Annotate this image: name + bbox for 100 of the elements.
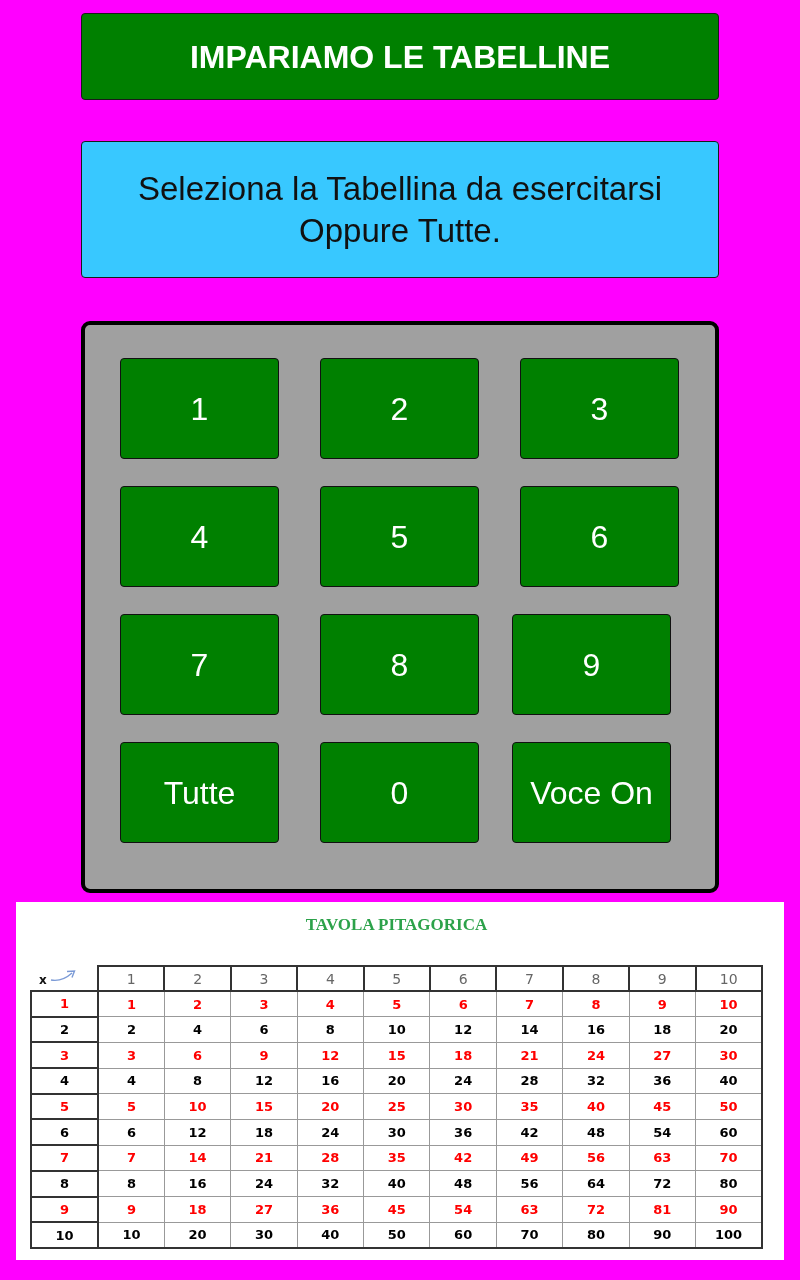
table-cell: 36 bbox=[629, 1068, 696, 1094]
row-header: 9 bbox=[31, 1196, 98, 1223]
keypad-button[interactable]: 5 bbox=[320, 486, 479, 587]
table-cell: 15 bbox=[363, 1042, 430, 1069]
column-header: 9 bbox=[629, 966, 696, 991]
table-cell: 20 bbox=[695, 1016, 762, 1043]
table-cell: 10 bbox=[363, 1016, 430, 1043]
table-cell: 15 bbox=[230, 1093, 298, 1120]
keypad-button[interactable]: 6 bbox=[520, 486, 679, 587]
table-cell: 4 bbox=[164, 1016, 231, 1043]
table-cell: 14 bbox=[164, 1145, 231, 1171]
keypad-button[interactable]: Voce On bbox=[512, 742, 671, 843]
table-cell: 24 bbox=[297, 1119, 364, 1146]
table-cell: 16 bbox=[562, 1016, 630, 1043]
table-cell: 60 bbox=[695, 1119, 762, 1146]
table-cell: 10 bbox=[98, 1222, 165, 1248]
table-cell: 14 bbox=[496, 1016, 563, 1043]
keypad-button[interactable]: 7 bbox=[120, 614, 279, 715]
table-cell: 64 bbox=[562, 1170, 630, 1197]
table-cell: 3 bbox=[230, 991, 298, 1017]
column-header: 4 bbox=[297, 966, 364, 991]
column-header: 7 bbox=[496, 966, 563, 991]
row-header: 7 bbox=[31, 1145, 98, 1171]
table-cell: 81 bbox=[629, 1196, 696, 1223]
table-cell: 20 bbox=[363, 1068, 430, 1094]
column-header: 2 bbox=[164, 966, 231, 991]
table-cell: 50 bbox=[363, 1222, 430, 1248]
table-cell: 8 bbox=[562, 991, 630, 1017]
keypad-button[interactable]: 0 bbox=[320, 742, 479, 843]
column-header: 6 bbox=[429, 966, 497, 991]
table-cell: 18 bbox=[629, 1016, 696, 1043]
table-cell: 48 bbox=[429, 1170, 497, 1197]
keypad-button[interactable]: 1 bbox=[120, 358, 279, 459]
column-header: 1 bbox=[98, 966, 165, 991]
table-cell: 4 bbox=[98, 1068, 165, 1094]
table-cell: 100 bbox=[695, 1222, 762, 1248]
keypad-button[interactable]: 4 bbox=[120, 486, 279, 587]
column-header: 10 bbox=[695, 966, 762, 991]
table-cell: 8 bbox=[98, 1170, 165, 1197]
table-cell: 27 bbox=[629, 1042, 696, 1069]
table-cell: 8 bbox=[297, 1016, 364, 1043]
row-header: 10 bbox=[31, 1222, 98, 1248]
table-cell: 9 bbox=[629, 991, 696, 1017]
table-cell: 80 bbox=[695, 1170, 762, 1197]
keypad-button[interactable]: 8 bbox=[320, 614, 479, 715]
curved-arrow-icon bbox=[49, 969, 76, 982]
table-cell: 1 bbox=[98, 991, 165, 1017]
corner-label: x bbox=[39, 972, 47, 987]
table-cell: 30 bbox=[429, 1093, 497, 1120]
column-header: 8 bbox=[562, 966, 630, 991]
table-cell: 20 bbox=[164, 1222, 231, 1248]
table-cell: 56 bbox=[496, 1170, 563, 1197]
table-cell: 90 bbox=[629, 1222, 696, 1248]
table-cell: 24 bbox=[562, 1042, 630, 1069]
instruction-text: Seleziona la Tabellina da esercitarsi Oppure Tutte. bbox=[81, 141, 719, 278]
table-cell: 30 bbox=[363, 1119, 430, 1146]
table-cell: 18 bbox=[230, 1119, 298, 1146]
table-cell: 24 bbox=[429, 1068, 497, 1094]
table-cell: 72 bbox=[629, 1170, 696, 1197]
table-cell: 25 bbox=[363, 1093, 430, 1120]
table-cell: 12 bbox=[429, 1016, 497, 1043]
table-cell: 30 bbox=[230, 1222, 298, 1248]
row-header: 6 bbox=[31, 1119, 98, 1146]
table-cell: 48 bbox=[562, 1119, 630, 1146]
table-title: TAVOLA PITAGORICA bbox=[304, 914, 489, 936]
keypad-button[interactable]: Tutte bbox=[120, 742, 279, 843]
table-cell: 80 bbox=[562, 1222, 630, 1248]
row-header: 1 bbox=[31, 991, 98, 1017]
table-cell: 56 bbox=[562, 1145, 630, 1171]
table-cell: 5 bbox=[98, 1093, 165, 1120]
keypad-button[interactable]: 9 bbox=[512, 614, 671, 715]
table-cell: 28 bbox=[496, 1068, 563, 1094]
table-cell: 30 bbox=[695, 1042, 762, 1069]
table-cell: 50 bbox=[695, 1093, 762, 1120]
keypad-button[interactable]: 2 bbox=[320, 358, 479, 459]
table-cell: 7 bbox=[98, 1145, 165, 1171]
row-header: 3 bbox=[31, 1042, 98, 1069]
table-cell: 21 bbox=[496, 1042, 563, 1069]
table-cell: 12 bbox=[230, 1068, 298, 1094]
table-cell: 35 bbox=[496, 1093, 563, 1120]
table-cell: 72 bbox=[562, 1196, 630, 1223]
table-cell: 9 bbox=[230, 1042, 298, 1069]
table-cell: 45 bbox=[629, 1093, 696, 1120]
table-cell: 60 bbox=[429, 1222, 497, 1248]
table-cell: 12 bbox=[164, 1119, 231, 1146]
table-cell: 2 bbox=[164, 991, 231, 1017]
table-cell: 4 bbox=[297, 991, 364, 1017]
table-cell: 63 bbox=[629, 1145, 696, 1171]
keypad-button[interactable]: 3 bbox=[520, 358, 679, 459]
table-cell: 40 bbox=[562, 1093, 630, 1120]
column-header: 5 bbox=[363, 966, 430, 991]
title-banner: IMPARIAMO LE TABELLINE bbox=[81, 13, 719, 100]
table-cell: 5 bbox=[363, 991, 430, 1017]
table-cell: 20 bbox=[297, 1093, 364, 1120]
table-cell: 36 bbox=[429, 1119, 497, 1146]
table-cell: 49 bbox=[496, 1145, 563, 1171]
table-cell: 90 bbox=[695, 1196, 762, 1223]
column-header: 3 bbox=[230, 966, 298, 991]
row-header: 5 bbox=[31, 1093, 98, 1120]
table-cell: 70 bbox=[695, 1145, 762, 1171]
